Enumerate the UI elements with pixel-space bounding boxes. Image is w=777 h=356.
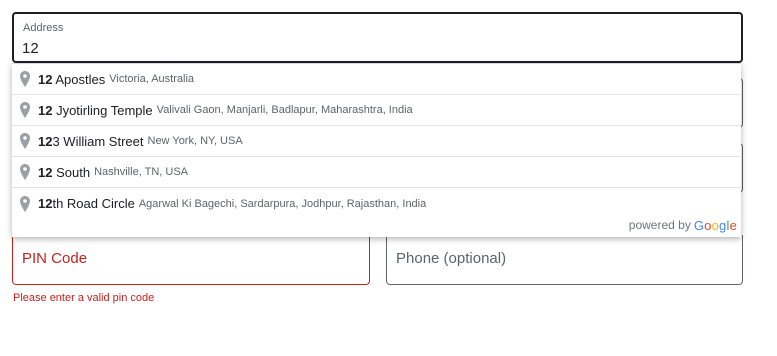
suggestion-item[interactable]: 12 South Nashville, TN, USA xyxy=(12,157,741,188)
map-pin-icon xyxy=(20,164,30,180)
suggestion-secondary-text: New York, NY, USA xyxy=(147,135,243,147)
suggestion-item[interactable]: 123 William Street New York, NY, USA xyxy=(12,126,741,157)
suggestion-main-text: 12 Jyotirling Temple xyxy=(38,102,153,118)
map-pin-icon xyxy=(20,195,30,212)
google-logo: Google xyxy=(693,217,737,233)
suggestion-item[interactable]: 12 Jyotirling Temple Valivali Gaon, Manj… xyxy=(12,95,741,126)
suggestion-main-text: 12th Road Circle xyxy=(38,196,135,211)
address-suggestions: 12 Apostles Victoria, Australia 12 Jyoti… xyxy=(12,63,741,237)
phone-placeholder: Phone (optional) xyxy=(396,250,507,267)
suggestion-item[interactable]: 12th Road Circle Agarwal Ki Bagechi, Sar… xyxy=(12,188,741,219)
address-field[interactable]: Address xyxy=(12,12,743,63)
pin-code-error: Please enter a valid pin code xyxy=(13,292,155,304)
suggestion-main-text: 12 Apostles xyxy=(38,71,106,87)
pin-code-field[interactable]: PIN Code xyxy=(12,235,370,285)
powered-by-google: powered by Google xyxy=(629,216,737,234)
map-pin-icon xyxy=(20,102,30,118)
pin-code-placeholder: PIN Code xyxy=(22,250,88,267)
suggestion-secondary-text: Agarwal Ki Bagechi, Sardarpura, Jodhpur,… xyxy=(138,197,427,210)
suggestion-secondary-text: Nashville, TN, USA xyxy=(94,166,188,178)
address-label: Address xyxy=(23,22,64,34)
suggestion-secondary-text: Victoria, Australia xyxy=(109,73,195,85)
suggestion-secondary-text: Valivali Gaon, Manjarli, Badlapur, Mahar… xyxy=(156,104,413,116)
suggestion-main-text: 123 William Street xyxy=(38,133,144,149)
suggestion-item[interactable]: 12 Apostles Victoria, Australia xyxy=(12,64,741,95)
powered-by-text: powered by xyxy=(628,218,691,232)
map-pin-icon xyxy=(20,71,30,87)
map-pin-icon xyxy=(20,133,30,149)
checkout-address-form: Address 12 Apostles Victoria, Australia … xyxy=(0,0,777,356)
address-input[interactable] xyxy=(22,38,722,58)
phone-field[interactable]: Phone (optional) xyxy=(386,235,743,285)
suggestion-main-text: 12 South xyxy=(38,164,91,180)
